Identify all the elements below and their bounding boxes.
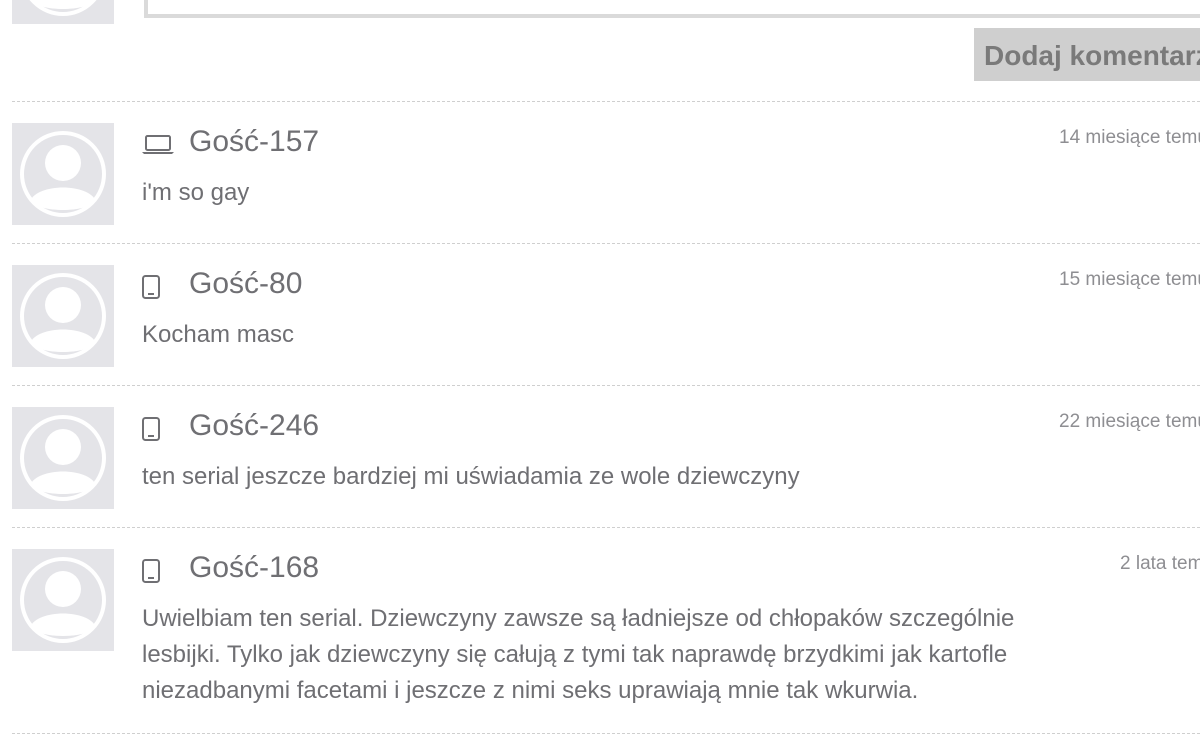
comment-author[interactable]: Gość-80 — [189, 267, 302, 301]
current-user-avatar — [12, 0, 114, 24]
comment-text: ten serial jeszcze bardziej mi uświadami… — [142, 463, 800, 490]
tablet-icon — [141, 417, 175, 441]
user-avatar — [12, 123, 114, 225]
divider — [12, 243, 1200, 244]
comment-author[interactable]: Gość-157 — [189, 125, 319, 159]
comment-text-line: niezadbanymi facetami i jeszcze z nimi s… — [142, 677, 919, 704]
user-avatar — [12, 549, 114, 651]
divider — [12, 101, 1200, 102]
comment-text-line: lesbijki. Tylko jak dziewczyny się całuj… — [142, 641, 1008, 668]
comment-author[interactable]: Gość-246 — [189, 409, 319, 443]
comment-timestamp: 14 miesiące temu — [1059, 127, 1200, 148]
divider — [12, 527, 1200, 528]
tablet-icon — [141, 559, 175, 583]
user-avatar — [12, 265, 114, 367]
divider — [12, 733, 1200, 734]
comment-text-line: Uwielbiam ten serial. Dziewczyny zawsze … — [142, 605, 1015, 632]
comment-timestamp: 15 miesiące temu — [1059, 269, 1200, 290]
comment-author[interactable]: Gość-168 — [189, 551, 319, 585]
user-avatar — [12, 407, 114, 509]
divider — [12, 385, 1200, 386]
laptop-icon — [141, 133, 175, 157]
comment-text: Kocham masc — [142, 321, 295, 348]
tablet-icon — [141, 275, 175, 299]
add-comment-button[interactable]: Dodaj komentarz — [974, 28, 1200, 81]
comment-text: Uwielbiam ten serial. Dziewczyny zawsze … — [142, 601, 1142, 709]
comment-textarea[interactable] — [144, 0, 1200, 18]
comment-text: i'm so gay — [142, 179, 250, 206]
comment-timestamp: 2 lata temu — [1120, 553, 1200, 574]
comment-timestamp: 22 miesiące temu — [1059, 411, 1200, 432]
comments-section: Dodaj komentarz Gość-157 14 miesiące tem… — [0, 0, 1200, 750]
